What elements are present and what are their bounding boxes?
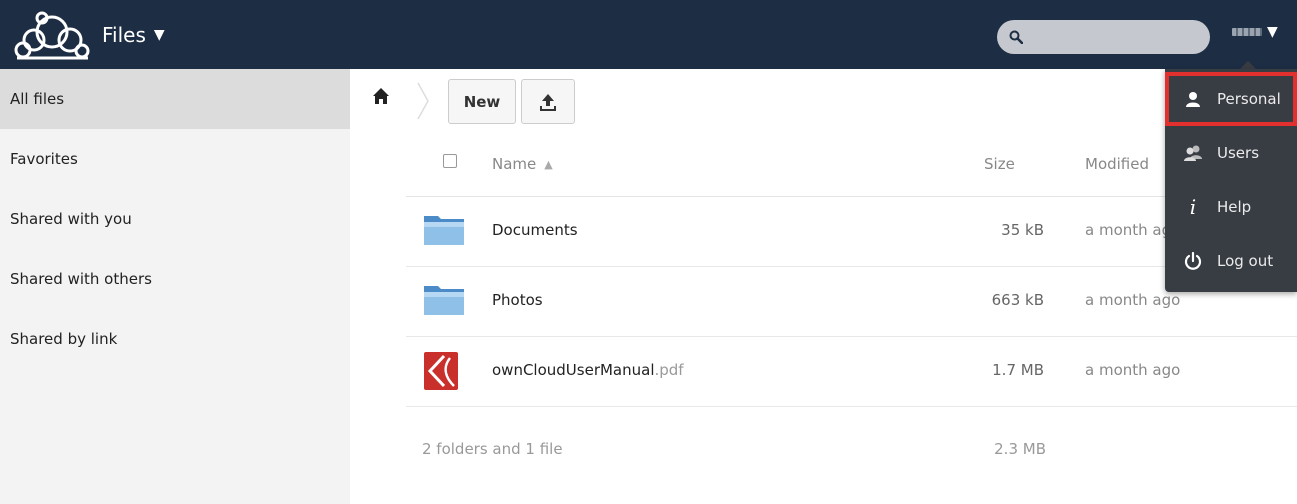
file-name[interactable]: Documents [492,221,578,239]
size-column-header[interactable]: Size [984,149,1015,179]
file-size: 1.7 MB [992,361,1044,379]
upload-button[interactable] [521,79,575,124]
file-row-documents[interactable]: Documents 35 kB a month ago [406,197,1297,267]
name-column-header[interactable]: Name ▲ [492,149,553,179]
menu-item-log-out[interactable]: Log out [1165,234,1297,288]
new-button-label: New [463,92,501,111]
modified-column-header[interactable]: Modified [1085,149,1149,179]
folder-icon [422,213,466,251]
owncloud-logo-icon[interactable] [12,10,92,62]
sidebar-item-shared-with-you[interactable]: Shared with you [0,189,350,249]
select-all-checkbox[interactable] [443,154,457,168]
sidebar-item-label: Shared by link [10,330,118,348]
power-icon [1183,252,1203,270]
person-icon [1183,91,1203,107]
sidebar-item-shared-with-others[interactable]: Shared with others [0,249,350,309]
file-name[interactable]: ownCloudUserManual.pdf [492,361,684,379]
sidebar-item-label: Shared with others [10,270,152,288]
caret-down-icon: ▼ [1267,24,1278,40]
app-title: Files [102,23,146,47]
sidebar: All files Favorites Shared with you Shar… [0,69,350,504]
breadcrumb-separator-icon [416,81,430,125]
modified-column-label: Modified [1085,155,1150,173]
name-column-label: Name [492,155,537,173]
search-box[interactable] [997,20,1210,54]
menu-item-help[interactable]: i Help [1165,180,1297,234]
sidebar-item-label: Favorites [10,150,78,168]
users-icon [1183,145,1203,161]
info-icon: i [1189,195,1197,219]
size-column-label: Size [984,155,1015,173]
controls-bar: New [350,69,1297,129]
file-size: 35 kB [1001,221,1044,239]
file-extension: .pdf [654,361,684,379]
file-row-pdf[interactable]: ownCloudUserManual.pdf 1.7 MB a month ag… [406,337,1297,407]
sidebar-item-all-files[interactable]: All files [0,69,350,129]
sidebar-item-label: All files [10,90,65,108]
file-modified: a month ago [1085,361,1181,379]
menu-item-label: Personal [1217,90,1281,108]
caret-down-icon: ▼ [153,27,165,43]
search-icon [1009,30,1023,44]
file-name[interactable]: Photos [492,291,543,309]
sidebar-item-shared-by-link[interactable]: Shared by link [0,309,350,369]
user-menu-toggle[interactable]: ▼ [1232,24,1278,40]
main-content: New Name ▲ Size Modified Documents 35 kB [350,69,1297,504]
sidebar-item-label: Shared with you [10,210,132,228]
home-icon[interactable] [372,87,390,109]
file-row-photos[interactable]: Photos 663 kB a month ago [406,267,1297,337]
file-summary-size: 2.3 MB [994,440,1046,458]
search-input[interactable] [1031,29,1191,45]
menu-item-label: Help [1217,198,1252,216]
pdf-icon [424,352,458,394]
menu-item-label: Log out [1217,252,1274,270]
app-header: Files ▼ ▼ [0,0,1297,69]
folder-icon [422,283,466,321]
app-menu-button[interactable]: Files ▼ [102,20,165,50]
menu-item-label: Users [1217,144,1260,162]
user-name-blurred [1232,28,1262,36]
sidebar-item-favorites[interactable]: Favorites [0,129,350,189]
file-size: 663 kB [991,291,1044,309]
menu-item-users[interactable]: Users [1165,126,1297,180]
upload-icon [540,93,556,111]
file-modified: a month ago [1085,291,1181,309]
new-button[interactable]: New [448,79,516,124]
menu-item-personal[interactable]: Personal [1165,72,1297,126]
user-dropdown-menu: Personal Users i Help Log out [1165,69,1297,292]
sort-ascending-icon: ▲ [544,157,553,171]
file-summary-text: 2 folders and 1 file [422,440,563,458]
